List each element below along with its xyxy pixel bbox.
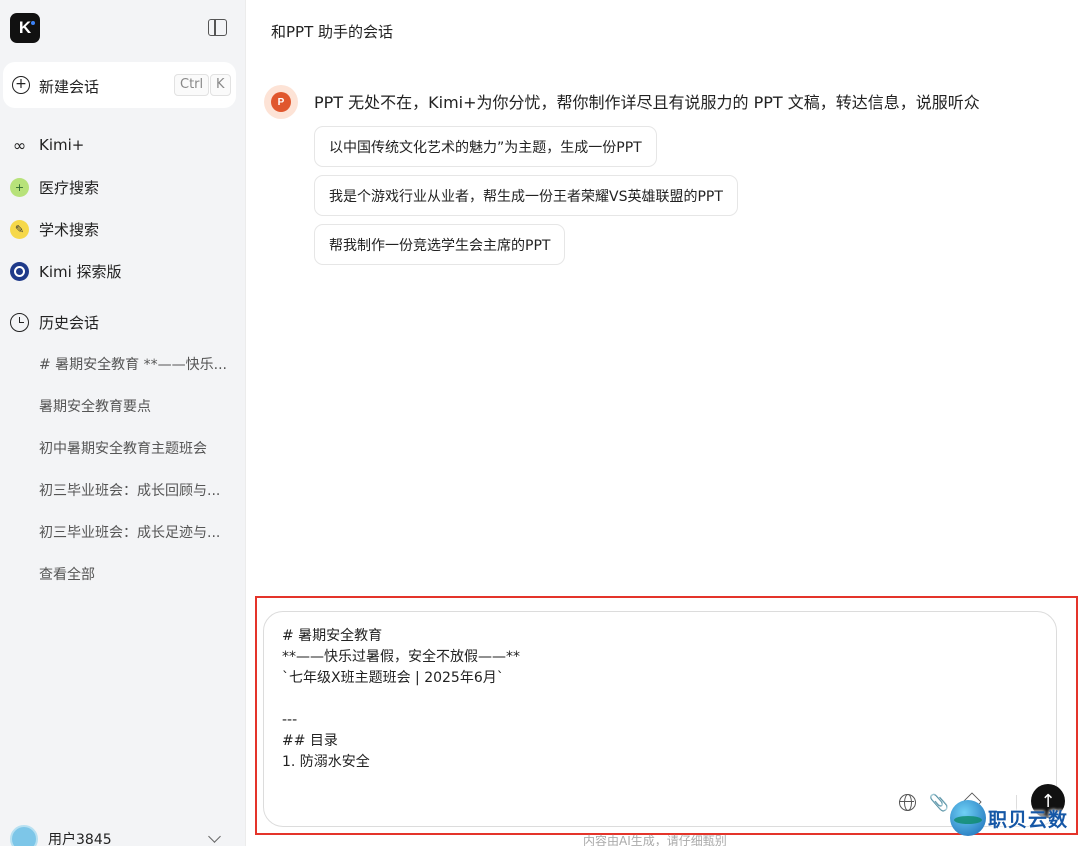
shortcut-ctrl: Ctrl xyxy=(174,74,210,96)
chat-main: 和PPT 助手的会话 P PPT 无处不在，Kimi+为你分忧，帮你制作详尽且有… xyxy=(247,0,1080,846)
sidebar-item-label: Kimi+ xyxy=(39,136,85,154)
sidebar-item-academic-search[interactable]: ✎ 学术搜索 xyxy=(10,217,99,241)
history-item[interactable]: 初三毕业班会：成长足迹与... xyxy=(39,522,234,542)
watermark-text: 职贝云数 xyxy=(988,808,1069,831)
sidebar-toggle-icon[interactable] xyxy=(208,19,227,36)
new-chat-label: 新建会话 xyxy=(39,78,100,96)
sidebar-item-explore[interactable]: Kimi 探索版 xyxy=(10,259,122,283)
history-header: 历史会话 xyxy=(10,310,99,334)
chat-input[interactable]: # 暑期安全教育 **——快乐过暑假，安全不放假——** `七年级X班主题班会 … xyxy=(282,626,1022,773)
shortcut-k: K xyxy=(210,74,231,96)
history-item[interactable]: 暑期安全教育要点 xyxy=(39,396,234,416)
chat-input-area[interactable]: # 暑期安全教育 **——快乐过暑假，安全不放假——** `七年级X班主题班会 … xyxy=(263,611,1065,827)
watermark-logo-icon xyxy=(950,800,986,836)
chevron-down-icon[interactable] xyxy=(208,830,221,843)
sidebar-item-label: 医疗搜索 xyxy=(39,178,100,197)
history-title: 历史会话 xyxy=(39,313,100,332)
page-title: 和PPT 助手的会话 xyxy=(271,23,394,41)
suggestion-chip[interactable]: 帮我制作一份竞选学生会主席的PPT xyxy=(314,224,566,265)
assistant-intro-message: PPT 无处不在，Kimi+为你分忧，帮你制作详尽且有说服力的 PPT 文稿，转… xyxy=(314,93,980,112)
user-name: 用户3845 xyxy=(48,832,112,846)
sidebar: K + 新建会话 Ctrl K ∞ Kimi+ + 医疗搜索 ✎ 学术搜索 Ki… xyxy=(0,0,246,846)
view-all-history-link[interactable]: 查看全部 xyxy=(39,564,234,584)
watermark: 职贝云数 xyxy=(950,800,1068,836)
new-chat-button[interactable]: + 新建会话 Ctrl K xyxy=(3,62,236,108)
user-menu[interactable]: 用户3845 xyxy=(10,825,112,846)
suggestion-chip[interactable]: 以中国传统文化艺术的魅力”为主题，生成一份PPT xyxy=(314,126,657,167)
suggestion-chip[interactable]: 我是个游戏行业从业者，帮生成一份王者荣耀VS英雄联盟的PPT xyxy=(314,175,738,216)
kimi-logo-icon[interactable]: K xyxy=(10,13,40,43)
history-item[interactable]: # 暑期安全教育 **——快乐... xyxy=(39,354,234,374)
clock-icon xyxy=(10,312,29,332)
academic-search-icon: ✎ xyxy=(10,219,29,239)
attachment-icon[interactable]: 📎 xyxy=(928,791,950,813)
history-item[interactable]: 初中暑期安全教育主题班会 xyxy=(39,438,234,458)
web-search-icon[interactable] xyxy=(896,791,918,813)
plus-icon: + xyxy=(12,76,30,94)
medical-search-icon: + xyxy=(10,177,29,197)
history-item[interactable]: 初三毕业班会：成长回顾与... xyxy=(39,480,234,500)
sidebar-item-label: Kimi 探索版 xyxy=(39,262,122,281)
sidebar-item-label: 学术搜索 xyxy=(39,220,100,239)
kimi-plus-icon: ∞ xyxy=(12,135,27,155)
sidebar-item-kimi-plus[interactable]: ∞ Kimi+ xyxy=(10,133,85,157)
avatar xyxy=(10,825,38,846)
ppt-icon: P xyxy=(271,92,291,112)
sidebar-item-medical-search[interactable]: + 医疗搜索 xyxy=(10,175,99,199)
explore-icon xyxy=(10,261,29,281)
ai-disclaimer: 内容由AI生成，请仔细甄别 xyxy=(583,834,727,846)
assistant-avatar: P xyxy=(264,85,298,119)
